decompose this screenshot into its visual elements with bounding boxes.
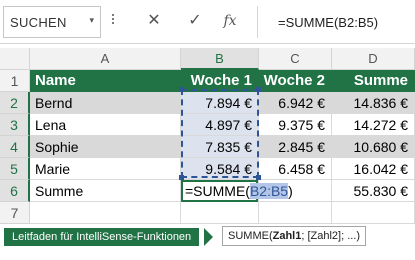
cell-a6[interactable]: Summe bbox=[30, 180, 181, 202]
cell-b6-formula[interactable]: =SUMME(B2:B5) bbox=[185, 183, 293, 199]
row-header-7[interactable]: 7 bbox=[0, 202, 30, 224]
drag-handle-icon[interactable] bbox=[111, 12, 115, 30]
range-handle[interactable] bbox=[256, 87, 261, 92]
cell-d7[interactable] bbox=[332, 202, 415, 224]
formula-prefix: =SUMME( bbox=[185, 183, 250, 199]
column-header-b[interactable]: B bbox=[181, 48, 259, 70]
function-syntax-tooltip[interactable]: SUMME(Zahl1; [Zahl2]; ...) bbox=[222, 226, 367, 246]
cell-d6[interactable]: 55.830 € bbox=[332, 180, 415, 202]
column-header-c[interactable]: C bbox=[259, 48, 332, 70]
row-header-2[interactable]: 2 bbox=[0, 92, 30, 114]
cell-c7[interactable] bbox=[259, 202, 332, 224]
cell-a3[interactable]: Lena bbox=[30, 114, 181, 136]
row-header-1[interactable]: 1 bbox=[0, 70, 30, 92]
syntax-rest: ; [Zahl2]; ...) bbox=[301, 230, 361, 242]
intellisense-guide-label: Leitfaden für IntelliSense-Funktionen bbox=[4, 228, 200, 246]
column-header-a[interactable]: A bbox=[30, 48, 181, 70]
formula-input[interactable]: =SUMME(B2:B5) bbox=[257, 6, 413, 38]
row-header-5[interactable]: 5 bbox=[0, 158, 30, 180]
formula-range-ref: B2:B5 bbox=[249, 183, 289, 199]
cell-d3[interactable]: 14.272 € bbox=[332, 114, 415, 136]
insert-function-button[interactable]: fx bbox=[217, 8, 243, 34]
formula-bar: SUCHEN ▾ ✕ ✓ fx =SUMME(B2:B5) bbox=[0, 0, 415, 44]
cell-d1[interactable]: Summe bbox=[332, 70, 415, 92]
cell-a4[interactable]: Sophie bbox=[30, 136, 181, 158]
cell-b7[interactable] bbox=[181, 202, 259, 224]
range-reference-highlight bbox=[179, 87, 261, 180]
row-header-3[interactable]: 3 bbox=[0, 114, 30, 136]
formula-text: =SUMME(B2:B5) bbox=[278, 15, 379, 30]
enter-button[interactable]: ✓ bbox=[182, 8, 208, 34]
cell-c5[interactable]: 6.458 € bbox=[259, 158, 332, 180]
syntax-function: SUMME( bbox=[228, 230, 273, 242]
cell-a5[interactable]: Marie bbox=[30, 158, 181, 180]
cell-c4[interactable]: 2.845 € bbox=[259, 136, 332, 158]
cell-d2[interactable]: 14.836 € bbox=[332, 92, 415, 114]
syntax-current-arg[interactable]: Zahl1 bbox=[273, 230, 302, 242]
cell-a1[interactable]: Name bbox=[30, 70, 181, 92]
cell-d5[interactable]: 16.042 € bbox=[332, 158, 415, 180]
cell-c2[interactable]: 6.942 € bbox=[259, 92, 332, 114]
cell-a2[interactable]: Bernd bbox=[30, 92, 181, 114]
cell-c3[interactable]: 9.375 € bbox=[259, 114, 332, 136]
column-header-d[interactable]: D bbox=[332, 48, 415, 70]
chevron-down-icon[interactable]: ▾ bbox=[89, 15, 94, 26]
cell-c1[interactable]: Woche 2 bbox=[259, 70, 332, 92]
name-box-value: SUCHEN bbox=[10, 15, 67, 30]
cell-a7[interactable] bbox=[30, 202, 181, 224]
arrow-right-icon bbox=[204, 228, 213, 246]
cell-d4[interactable]: 10.680 € bbox=[332, 136, 415, 158]
row-header-4[interactable]: 4 bbox=[0, 136, 30, 158]
row-header-6[interactable]: 6 bbox=[0, 180, 30, 202]
select-all-corner[interactable] bbox=[0, 48, 30, 70]
cancel-button[interactable]: ✕ bbox=[141, 8, 167, 34]
name-box[interactable]: SUCHEN ▾ bbox=[3, 6, 101, 38]
formula-suffix: ) bbox=[288, 183, 293, 199]
range-handle[interactable] bbox=[179, 87, 184, 92]
